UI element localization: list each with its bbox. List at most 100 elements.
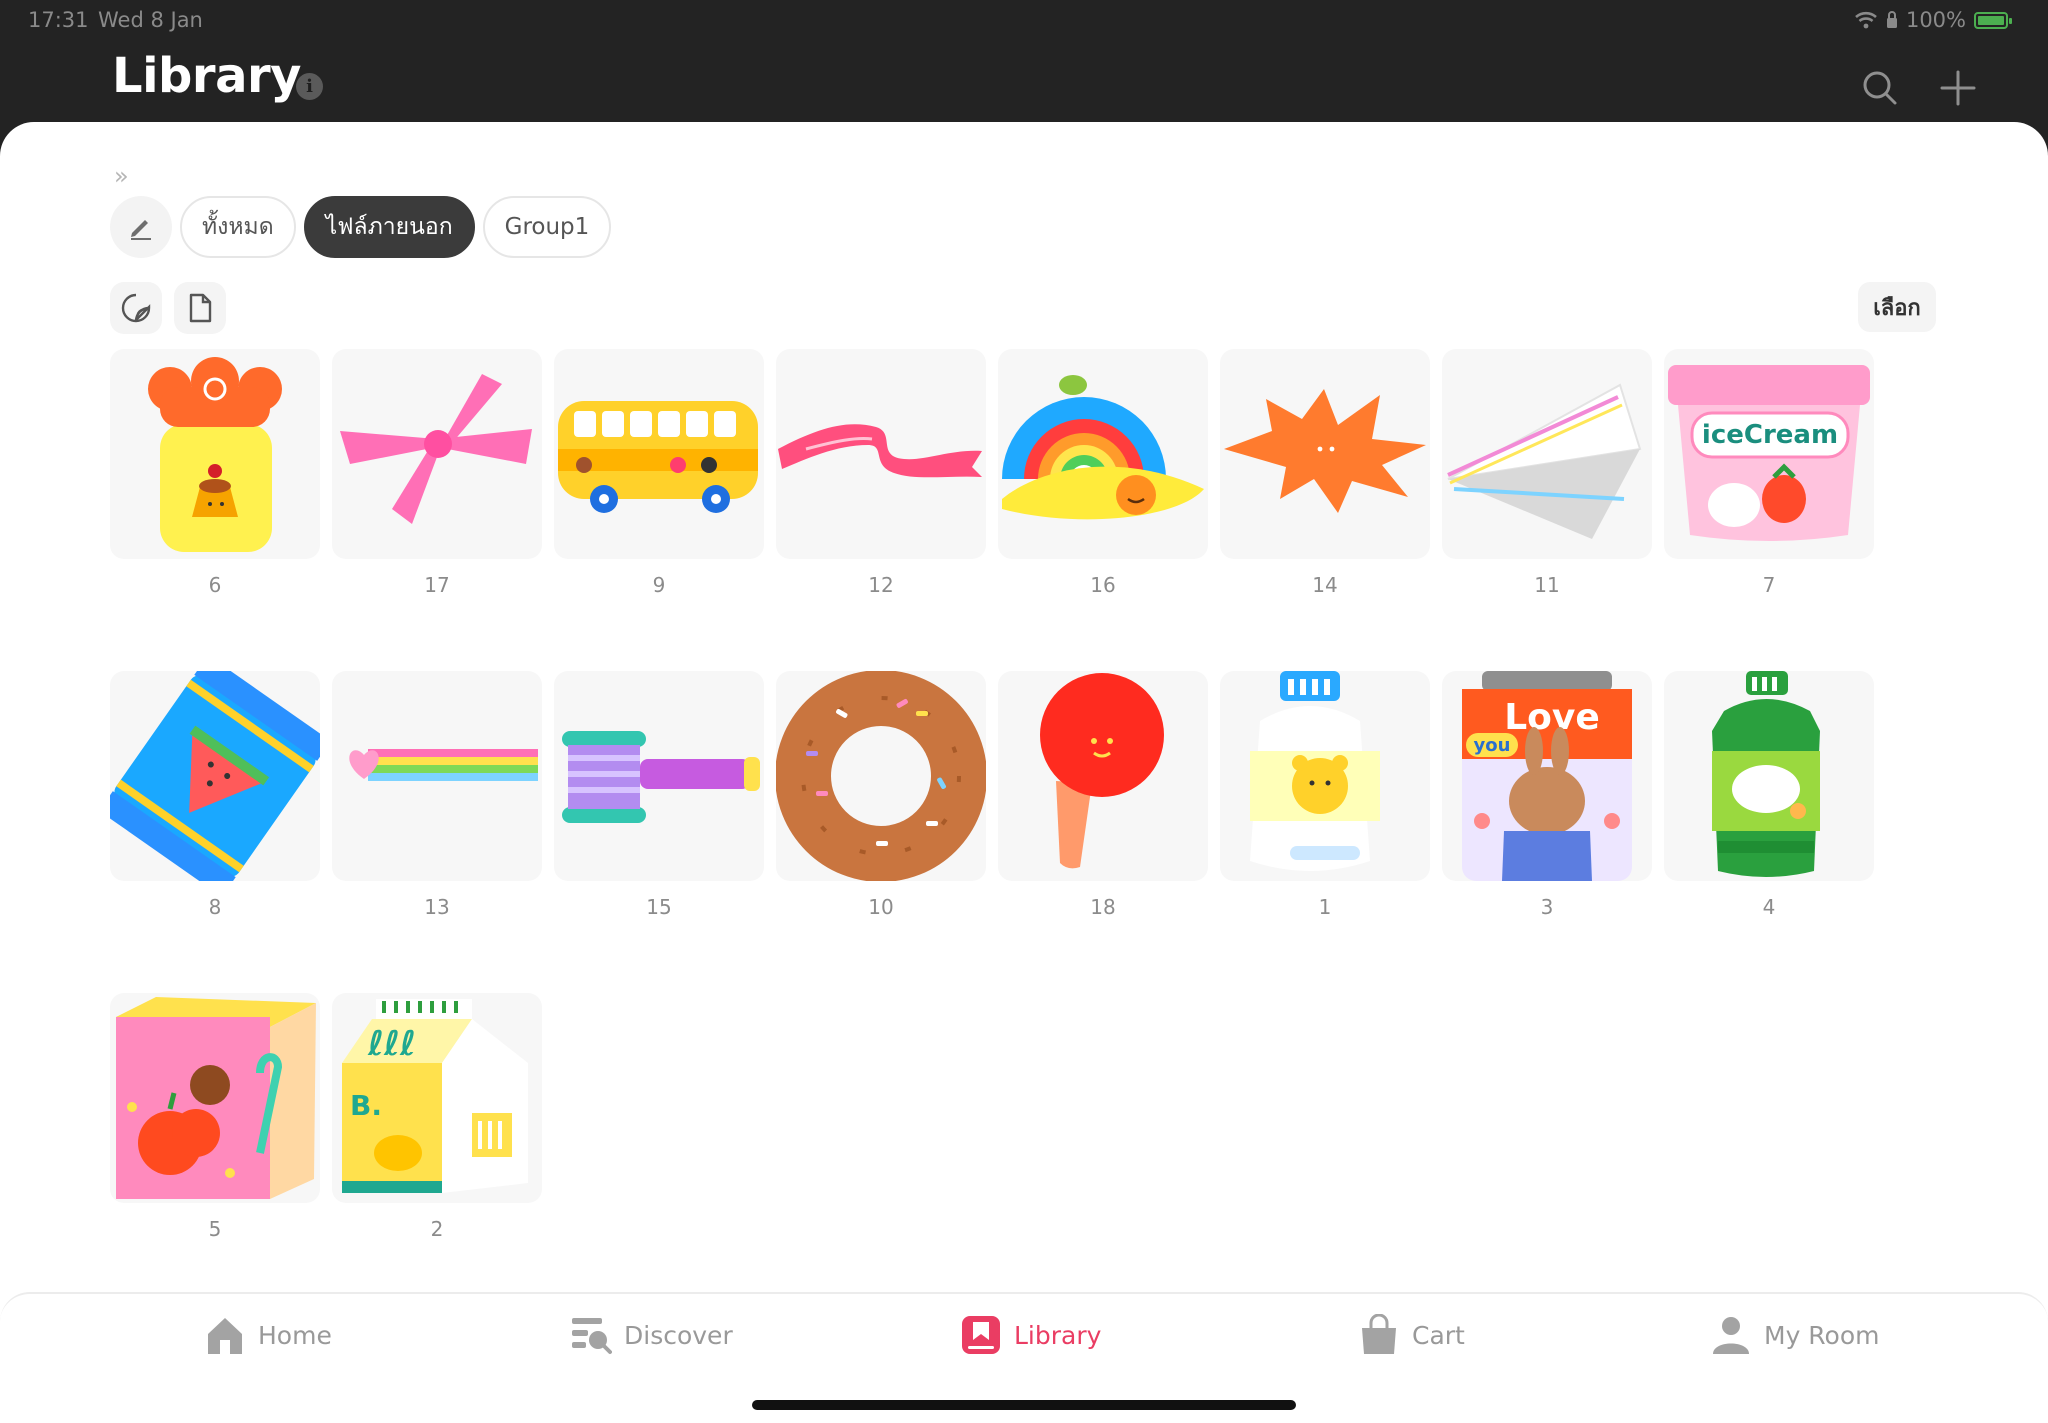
search-button[interactable] <box>1858 66 1902 110</box>
type-toggle-row <box>110 282 226 334</box>
milk-carton-icon: ℓℓℓ B. <box>342 999 528 1193</box>
sticker-thumbnail <box>1220 349 1430 559</box>
juice-box-icon <box>116 997 316 1199</box>
pink-bow-icon <box>340 374 532 524</box>
sticker-icon <box>121 293 151 323</box>
sticker-thumbnail <box>332 671 542 881</box>
file-type-button[interactable] <box>174 282 226 334</box>
lock-icon <box>1886 11 1897 28</box>
chip-all[interactable]: ทั้งหมด <box>180 196 296 258</box>
cart-icon <box>1362 1314 1396 1354</box>
edit-groups-button[interactable] <box>110 196 172 258</box>
sticker-label: 2 <box>430 1217 444 1241</box>
sticker-tile[interactable]: 17 <box>332 349 542 597</box>
tab-label: Cart <box>1412 1320 1465 1350</box>
chip-external-files[interactable]: ไฟล์ภายนอก <box>303 196 475 258</box>
sticker-label: 9 <box>652 573 666 597</box>
sticker-tile[interactable]: iceCream 7 <box>1664 349 1874 597</box>
yellow-bus-icon <box>558 401 758 513</box>
tab-discover[interactable]: Discover <box>570 1314 733 1356</box>
tab-library[interactable]: Library <box>960 1314 1101 1356</box>
sticker-label: 8 <box>208 895 222 919</box>
sticker-tile[interactable]: ℓℓℓ B. 2 <box>332 993 542 1241</box>
svg-text:ℓℓℓ: ℓℓℓ <box>367 1024 416 1064</box>
search-icon <box>1863 71 1897 105</box>
discover-icon <box>572 1318 612 1354</box>
sticker-label: 15 <box>646 895 672 919</box>
sticker-tile[interactable]: 13 <box>332 671 542 919</box>
sticker-tile[interactable]: 6 <box>110 349 320 597</box>
sticker-label: 1 <box>1318 895 1332 919</box>
sticker-thumbnail <box>554 349 764 559</box>
sticker-label: 11 <box>1534 573 1560 597</box>
info-icon[interactable]: i <box>296 73 323 100</box>
home-icon <box>208 1318 242 1354</box>
sticker-tile[interactable]: 8 <box>110 671 320 919</box>
ice-cream-cup-icon: iceCream <box>1668 365 1870 541</box>
sticker-label: 4 <box>1762 895 1776 919</box>
sticker-thumbnail <box>554 671 764 881</box>
battery-icon <box>1974 11 2012 29</box>
sticker-tile[interactable]: 11 <box>1442 349 1652 597</box>
sticker-thumbnail <box>1220 671 1430 881</box>
green-bottle-icon <box>1712 671 1820 877</box>
tab-label: Discover <box>624 1320 733 1350</box>
ribbon-spool-icon <box>562 731 760 823</box>
sticker-label: 3 <box>1540 895 1554 919</box>
sticker-label: 6 <box>208 573 222 597</box>
sticker-tile[interactable]: 16 <box>998 349 1208 597</box>
sticker-thumbnail <box>776 671 986 881</box>
document-icon <box>189 293 212 323</box>
status-time: 17:31 <box>28 8 89 32</box>
rainbow-icon <box>1002 375 1204 520</box>
sticker-type-button[interactable] <box>110 282 162 334</box>
milk-bottle-icon <box>1250 671 1380 871</box>
sticker-label: 12 <box>868 573 894 597</box>
sticker-tile[interactable]: Love you 3 <box>1442 671 1652 919</box>
paper-plane-icon <box>1447 383 1642 539</box>
sticker-thumbnail <box>110 671 320 881</box>
love-you-jar-icon: Love you <box>1462 671 1632 881</box>
sticker-thumbnail <box>110 349 320 559</box>
expand-sidebar-icon[interactable]: » <box>114 162 129 190</box>
pink-ribbon-icon <box>778 424 982 478</box>
heart-rainbow-trail-icon <box>349 749 538 781</box>
add-button[interactable] <box>1936 66 1980 110</box>
sticker-tile[interactable]: 10 <box>776 671 986 919</box>
sticker-thumbnail: ℓℓℓ B. <box>332 993 542 1203</box>
tab-cart[interactable]: Cart <box>1358 1314 1465 1356</box>
sticker-tile[interactable]: 12 <box>776 349 986 597</box>
sticker-grid: 6 17 9 12 16 14 11 iceCream 7 8 13 15 10… <box>110 349 1874 1241</box>
sticker-tile[interactable]: 4 <box>1664 671 1874 919</box>
sticker-thumbnail <box>998 671 1208 881</box>
select-button[interactable]: เลือก <box>1858 282 1936 332</box>
tab-label: Home <box>258 1320 332 1350</box>
sticker-label: 18 <box>1090 895 1116 919</box>
sticker-thumbnail <box>110 993 320 1203</box>
watermelon-candy-icon <box>110 671 320 881</box>
battery-percent: 100% <box>1905 8 1966 32</box>
sticker-tile[interactable]: 18 <box>998 671 1208 919</box>
home-indicator[interactable] <box>752 1400 1296 1410</box>
page-title: Library <box>112 48 301 104</box>
donut-icon <box>776 671 986 881</box>
love-text: Love <box>1504 697 1600 738</box>
pencil-icon <box>131 220 151 240</box>
sticker-tile[interactable]: 5 <box>110 993 320 1241</box>
sticker-thumbnail <box>776 349 986 559</box>
sticker-tile[interactable]: 15 <box>554 671 764 919</box>
ice-cream-text: iceCream <box>1702 420 1838 450</box>
sticker-thumbnail <box>998 349 1208 559</box>
sticker-thumbnail <box>332 349 542 559</box>
sticker-label: 14 <box>1312 573 1338 597</box>
sticker-thumbnail: Love you <box>1442 671 1652 881</box>
tab-my-room[interactable]: My Room <box>1710 1314 1880 1356</box>
sticker-thumbnail <box>1664 671 1874 881</box>
sticker-tile[interactable]: 9 <box>554 349 764 597</box>
chip-group1[interactable]: Group1 <box>482 196 612 258</box>
sticker-label: 17 <box>424 573 450 597</box>
sticker-label: 5 <box>208 1217 222 1241</box>
tab-home[interactable]: Home <box>204 1314 332 1356</box>
sticker-tile[interactable]: 14 <box>1220 349 1430 597</box>
sticker-tile[interactable]: 1 <box>1220 671 1430 919</box>
